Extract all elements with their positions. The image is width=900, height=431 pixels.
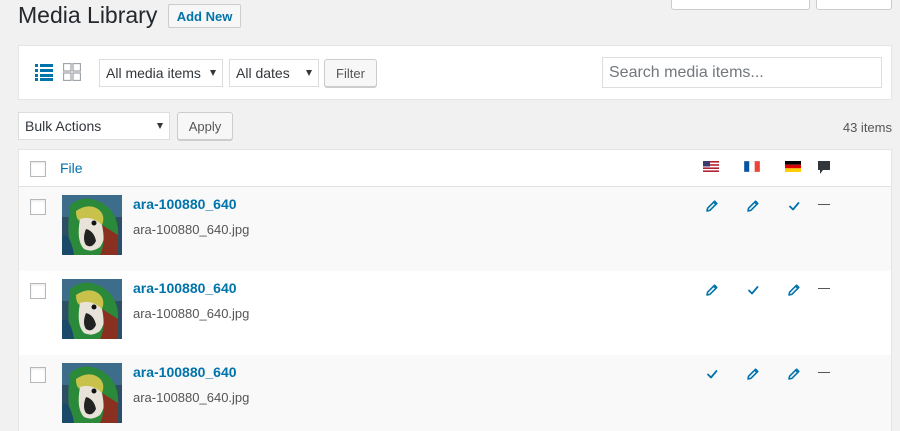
- media-title-link[interactable]: ara-100880_640: [133, 196, 237, 212]
- check-icon[interactable]: [787, 199, 801, 213]
- pencil-icon[interactable]: [787, 283, 801, 297]
- check-icon[interactable]: [705, 367, 719, 381]
- list-view-icon[interactable]: [35, 63, 53, 81]
- media-type-select[interactable]: All media items: [99, 59, 223, 87]
- pencil-icon[interactable]: [746, 367, 760, 381]
- check-icon[interactable]: [746, 283, 760, 297]
- items-count: 43 items: [842, 120, 892, 135]
- us-flag-icon[interactable]: [703, 161, 719, 172]
- bulk-actions-select[interactable]: Bulk Actions: [18, 112, 170, 140]
- page-title: Media Library: [18, 2, 158, 28]
- filter-bar: All media items All dates Filter: [18, 45, 892, 100]
- media-thumbnail[interactable]: [62, 195, 122, 255]
- add-new-button[interactable]: Add New: [168, 4, 241, 28]
- germany-flag-icon[interactable]: [785, 161, 801, 172]
- media-filename: ara-100880_640.jpg: [133, 306, 250, 321]
- comment-icon[interactable]: [817, 160, 831, 176]
- row-checkbox[interactable]: [30, 367, 46, 383]
- top-button-1[interactable]: [671, 0, 810, 10]
- france-flag-icon[interactable]: [744, 161, 760, 172]
- select-all-checkbox[interactable]: [30, 161, 46, 177]
- media-type-value: All media items: [106, 65, 201, 81]
- filter-button[interactable]: Filter: [324, 59, 377, 87]
- table-row: ara-100880_640 ara-100880_640.jpg: [19, 187, 891, 271]
- table-row: ara-100880_640 ara-100880_640.jpg: [19, 271, 891, 355]
- media-title-link[interactable]: ara-100880_640: [133, 364, 237, 380]
- media-filename: ara-100880_640.jpg: [133, 222, 250, 237]
- row-checkbox[interactable]: [30, 283, 46, 299]
- media-thumbnail[interactable]: [62, 363, 122, 423]
- column-file-header[interactable]: File: [60, 160, 83, 176]
- top-button-2[interactable]: [816, 0, 892, 10]
- search-input[interactable]: [602, 57, 882, 88]
- date-select[interactable]: All dates: [229, 59, 319, 87]
- media-filename: ara-100880_640.jpg: [133, 390, 250, 405]
- apply-button[interactable]: Apply: [177, 112, 233, 140]
- pencil-icon[interactable]: [787, 367, 801, 381]
- comments-dash: [818, 204, 830, 205]
- grid-view-icon[interactable]: [63, 63, 81, 81]
- table-header: File: [19, 150, 891, 187]
- pencil-icon[interactable]: [705, 199, 719, 213]
- bulk-actions-value: Bulk Actions: [25, 118, 102, 134]
- table-row: ara-100880_640 ara-100880_640.jpg: [19, 355, 891, 431]
- media-title-link[interactable]: ara-100880_640: [133, 280, 237, 296]
- media-table: File ara-100880_640 ara-100880_640.jpg a…: [18, 149, 892, 431]
- comments-dash: [818, 288, 830, 289]
- comments-dash: [818, 372, 830, 373]
- row-checkbox[interactable]: [30, 199, 46, 215]
- chevron-down-icon: [210, 70, 216, 76]
- chevron-down-icon: [306, 70, 312, 76]
- pencil-icon[interactable]: [705, 283, 719, 297]
- chevron-down-icon: [157, 123, 163, 129]
- date-value: All dates: [236, 65, 290, 81]
- media-thumbnail[interactable]: [62, 279, 122, 339]
- pencil-icon[interactable]: [746, 199, 760, 213]
